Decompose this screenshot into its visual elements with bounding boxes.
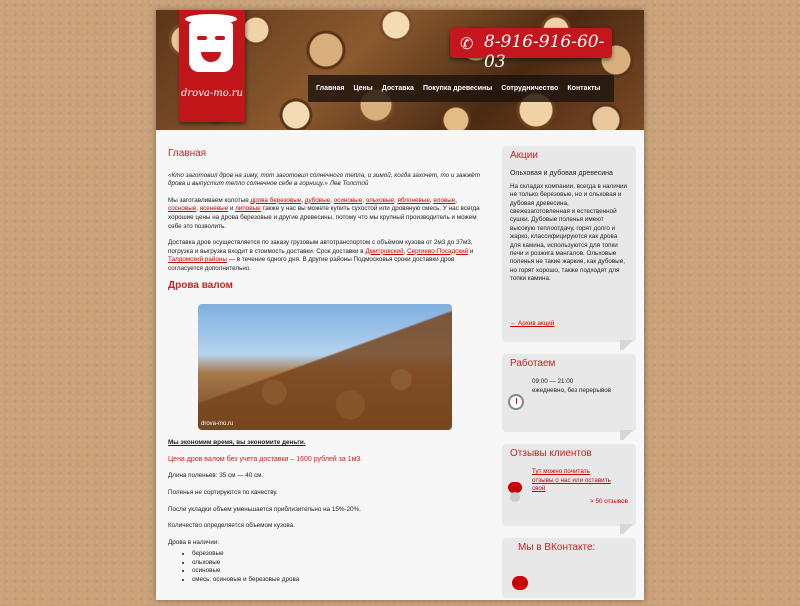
reviews-count[interactable]: > 50 отзывов [510, 498, 628, 506]
firewood-photo: drova-mo.ru [198, 304, 452, 431]
box-fold [620, 430, 636, 440]
main-nav: Главная Цены Доставка Покупка древесины … [308, 75, 614, 102]
logo-text: drova-mo.ru [181, 88, 243, 99]
logo[interactable]: drova-mo.ru [179, 10, 245, 122]
reviews-title: Отзывы клиентов [510, 448, 592, 459]
box-fold [620, 524, 636, 534]
promo-subtitle: Ольховая и дубовая древесина [510, 170, 613, 178]
photo-watermark: drova-mo.ru [201, 420, 234, 427]
vk-title: Мы в ВКонтакте: [518, 542, 596, 553]
nav-item-cooperation[interactable]: Сотрудничество [501, 85, 558, 92]
stock-list: березовые ольховые осиновые смесь: осино… [192, 550, 482, 584]
list-item: осиновые [192, 567, 482, 576]
info-line: Длина поленьев: 35 см — 40 см. [168, 472, 264, 480]
reviews-box: Отзывы клиентов Тут можно почитать отзыв… [502, 444, 636, 534]
page-container: drova-mo.ru ✆ 8-916-916-60-03 Главная Це… [156, 10, 644, 600]
nav-item-prices[interactable]: Цены [353, 85, 372, 92]
link-dmitrov[interactable]: Дмитровский [365, 248, 403, 255]
link-ash[interactable]: ясеневые [200, 205, 228, 212]
link-sergiev-posad[interactable]: Сергиево-Посадский [407, 248, 468, 255]
intro-paragraph: Мы заготавливаем колотые дрова березовые… [168, 196, 480, 230]
box-fold [620, 340, 636, 350]
nav-item-purchase[interactable]: Покупка древесины [423, 85, 492, 92]
reviews-link[interactable]: Тут можно почитать отзывы о нас или оста… [532, 468, 612, 493]
logo-face-icon [185, 14, 237, 72]
list-item: ольховые [192, 559, 482, 568]
hours-box: Работаем 09:00 — 21:00 ежедневно, без пе… [502, 354, 636, 440]
phone-banner: ✆ 8-916-916-60-03 [450, 28, 612, 72]
stock-title: Дрова в наличии: [168, 538, 220, 546]
main-content: Главная «Кто заготовил дров на зиму, тот… [168, 148, 482, 585]
nav-item-contacts[interactable]: Контакты [567, 85, 600, 92]
logo-mouth-icon [201, 52, 221, 62]
promo-text: На складах компании, всегда в наличии не… [510, 182, 628, 283]
link-aspen[interactable]: осиновые [334, 197, 363, 204]
subheading: Мы экономим время, вы экономите деньги. [168, 439, 306, 447]
link-linden[interactable]: липовые [235, 205, 260, 212]
hours-days: ежедневно, без перерывов [532, 386, 612, 394]
page-title: Главная [168, 148, 207, 159]
archive-link[interactable]: ← Архив акций [510, 320, 554, 328]
delivery-text-mid: и [468, 247, 474, 255]
list-item: березовые [192, 550, 482, 559]
quote: «Кто заготовил дров на зиму, тот заготов… [168, 171, 480, 188]
link-taldom[interactable]: Талдомский районы [168, 256, 227, 263]
link-birch[interactable]: дрова березовые [250, 197, 301, 204]
header: drova-mo.ru ✆ 8-916-916-60-03 Главная Це… [156, 10, 644, 130]
link-alder[interactable]: ольховые [366, 197, 394, 204]
user-icon [510, 492, 520, 502]
logo-eye-icon [215, 36, 225, 40]
promo-box: Акции Ольховая и дубовая древесина На ск… [502, 146, 636, 350]
delivery-paragraph: Доставка дров осуществляется по заказу г… [168, 239, 474, 272]
hours-time: 09:00 — 21:00 [532, 378, 574, 386]
info-line: Поленья не сортируются по качеству. [168, 488, 278, 496]
phone-icon: ✆ [460, 36, 474, 53]
intro-text: Мы заготавливаем колотые [168, 196, 251, 204]
phone-number: 8-916-916-60-03 [484, 32, 605, 72]
section-title: Дрова валом [168, 279, 233, 291]
nav-item-delivery[interactable]: Доставка [382, 85, 414, 92]
logo-eye-icon [197, 36, 207, 40]
vk-box: Мы в ВКонтакте: [502, 538, 636, 598]
hours-title: Работаем [510, 358, 556, 369]
link-oak[interactable]: дубовые [305, 197, 330, 204]
nav-item-home[interactable]: Главная [316, 85, 344, 92]
price-text: Цена дров валом без учета доставки – 160… [168, 455, 363, 463]
clock-icon [508, 394, 524, 410]
info-line: После укладки объем уменьшается приблизи… [168, 505, 361, 513]
link-pine[interactable]: сосновые [168, 205, 196, 212]
promo-title: Акции [510, 150, 538, 161]
info-line: Количество определяется объемом кузова. [168, 522, 295, 530]
sidebar: Акции Ольховая и дубовая древесина На ск… [502, 146, 636, 606]
vk-icon[interactable] [512, 576, 528, 590]
list-item: смесь: осиновые и березовые дрова [192, 576, 482, 585]
link-spruce[interactable]: еловые [433, 197, 455, 204]
link-apple[interactable]: яблоневые [397, 197, 429, 204]
